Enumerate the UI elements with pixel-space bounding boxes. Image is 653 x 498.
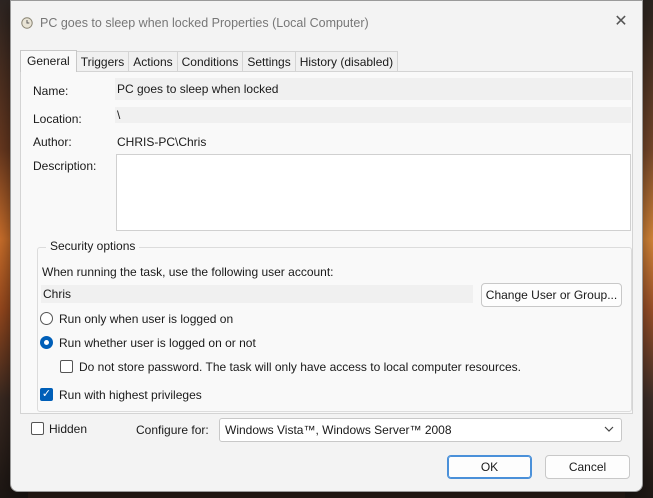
window-title: PC goes to sleep when locked Properties … [40, 16, 369, 30]
tab-actions[interactable]: Actions [128, 51, 178, 72]
do-not-store-password-label[interactable]: Do not store password. The task will onl… [79, 360, 521, 374]
change-user-button[interactable]: Change User or Group... [481, 283, 622, 307]
tab-triggers[interactable]: Triggers [75, 51, 130, 72]
name-field[interactable]: PC goes to sleep when locked [115, 78, 631, 100]
properties-dialog: PC goes to sleep when locked Properties … [10, 0, 643, 492]
author-value: CHRIS-PC\Chris [117, 135, 207, 149]
run-only-logged-on-label[interactable]: Run only when user is logged on [59, 312, 233, 326]
tab-history[interactable]: History (disabled) [294, 51, 399, 72]
account-prompt: When running the task, use the following… [42, 265, 334, 279]
run-whether-logged-on-radio[interactable] [40, 336, 53, 349]
highest-privileges-label[interactable]: Run with highest privileges [59, 388, 202, 402]
security-options-group: Security options When running the task, … [37, 239, 632, 412]
hidden-label[interactable]: Hidden [49, 422, 87, 436]
name-label: Name: [33, 84, 69, 98]
tab-conditions[interactable]: Conditions [176, 51, 244, 72]
highest-privileges-checkbox[interactable]: ✓ [40, 388, 53, 401]
tab-strip: General Triggers Actions Conditions Sett… [20, 50, 399, 72]
security-options-legend: Security options [46, 239, 140, 253]
user-account-field: Chris [41, 285, 473, 303]
configure-for-value: Windows Vista™, Windows Server™ 2008 [225, 423, 452, 437]
tab-settings[interactable]: Settings [242, 51, 296, 72]
run-whether-logged-on-label[interactable]: Run whether user is logged on or not [59, 336, 256, 350]
tab-general[interactable]: General [20, 50, 77, 72]
run-only-logged-on-radio[interactable] [40, 312, 53, 325]
configure-for-select[interactable]: Windows Vista™, Windows Server™ 2008 [219, 418, 622, 442]
description-textarea[interactable] [116, 154, 631, 231]
general-tab-panel: Name: PC goes to sleep when locked Locat… [20, 71, 633, 414]
description-label: Description: [33, 159, 97, 173]
configure-for-label: Configure for: [136, 423, 209, 437]
checkmark-icon: ✓ [41, 388, 52, 400]
close-icon[interactable]: ✕ [614, 14, 628, 30]
ok-button[interactable]: OK [447, 455, 532, 479]
title-bar: PC goes to sleep when locked Properties … [11, 1, 642, 41]
do-not-store-password-checkbox[interactable] [60, 360, 73, 373]
clock-icon [21, 17, 33, 29]
location-label: Location: [33, 112, 82, 126]
cancel-button[interactable]: Cancel [545, 455, 630, 479]
chevron-down-icon [604, 426, 614, 432]
author-label: Author: [33, 135, 72, 149]
hidden-checkbox[interactable] [31, 422, 44, 435]
location-field: \ [115, 107, 631, 123]
